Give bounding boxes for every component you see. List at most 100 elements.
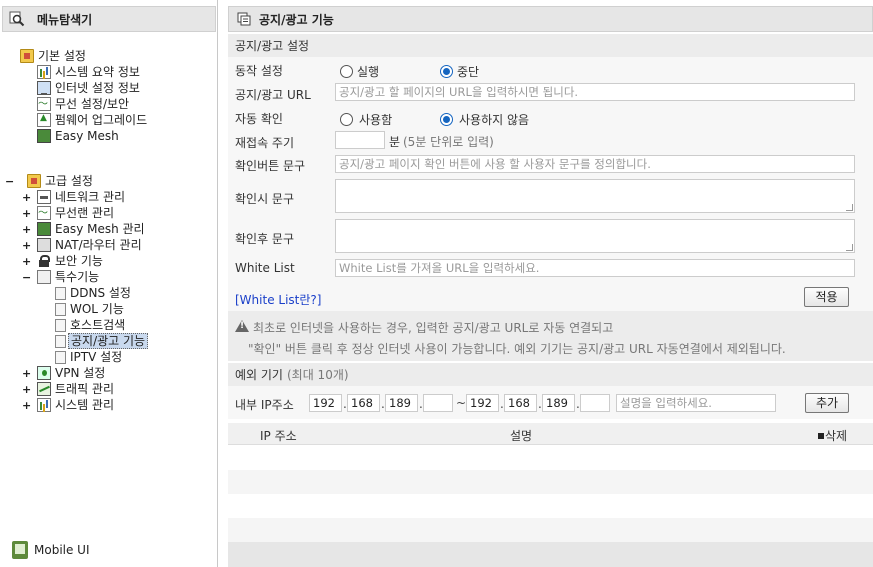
radio-label: 중단 — [457, 65, 480, 79]
expand-toggle[interactable]: + — [22, 223, 31, 236]
expand-toggle[interactable]: + — [22, 191, 31, 204]
apply-button[interactable]: 적용 — [804, 287, 849, 307]
table-row — [228, 446, 873, 470]
tree-item-wireless-security[interactable]: 무선 설정/보안 — [37, 95, 130, 112]
tree-label: 인터넷 설정 정보 — [55, 81, 140, 95]
notice-url-input[interactable]: 공지/광고 할 페이지의 URL을 입력하시면 됩니다. — [335, 83, 855, 101]
ip-to-octet-1[interactable]: 192 — [466, 394, 499, 412]
ip-from-octet-4[interactable] — [423, 394, 453, 412]
tree-item-nat-router[interactable]: + NAT/라우터 관리 — [22, 237, 142, 253]
expand-toggle[interactable]: + — [22, 239, 31, 252]
radio-label: 실행 — [357, 65, 380, 79]
radio-label: 사용함 — [359, 113, 393, 127]
ip-to-octet-2[interactable]: 168 — [504, 394, 537, 412]
section-title: 공지/광고 설정 — [235, 39, 310, 53]
pane-splitter[interactable] — [219, 0, 228, 567]
ip-to-octet-3[interactable]: 189 — [542, 394, 575, 412]
bar-chart-icon — [37, 398, 51, 412]
tree-advanced-settings[interactable]: − 고급 설정 — [5, 173, 93, 189]
confirm-button-text-input[interactable]: 공지/광고 페이지 확인 버튼에 사용 할 사용자 문구를 정의합니다. — [335, 155, 855, 173]
tree-item-iptv[interactable]: IPTV 설정 — [55, 349, 122, 365]
settings-form: 동작 설정 실행 중단 공지/광고 URL 공지/광고 할 페이지의 URL을 … — [228, 57, 873, 311]
tree-item-system-manage[interactable]: + 시스템 관리 — [22, 397, 114, 413]
tree-label: 시스템 관리 — [55, 398, 115, 412]
tree-label: 무선랜 관리 — [55, 206, 115, 220]
network-icon — [37, 190, 51, 204]
page-icon — [55, 334, 66, 348]
expand-toggle[interactable]: + — [22, 207, 31, 220]
tree-item-firmware-upgrade[interactable]: 펌웨어 업그레이드 — [37, 112, 147, 128]
upgrade-icon — [37, 113, 51, 127]
notice-box: 최초로 인터넷을 사용하는 경우, 입력한 공지/광고 URL로 자동 연결되고… — [228, 311, 873, 361]
collapse-toggle[interactable]: − — [5, 175, 14, 188]
exception-description-input[interactable]: 설명을 입력하세요. — [616, 394, 776, 412]
special-function-icon — [37, 270, 51, 284]
ip-to-octet-4[interactable] — [580, 394, 610, 412]
expand-toggle[interactable]: + — [22, 367, 31, 380]
mobile-ui-link[interactable]: Mobile UI — [12, 541, 90, 559]
page-icon — [55, 350, 66, 364]
add-button[interactable]: 추가 — [805, 393, 849, 413]
tree-label: 트래픽 관리 — [55, 382, 115, 396]
tree-item-traffic[interactable]: + 트래픽 관리 — [22, 381, 114, 397]
tree-label: WOL 기능 — [70, 302, 124, 316]
tree-item-internet-info[interactable]: 인터넷 설정 정보 — [37, 80, 140, 96]
tree-item-network[interactable]: + 네트워크 관리 — [22, 189, 125, 205]
after-confirm-textarea[interactable] — [335, 219, 855, 253]
window-icon — [237, 12, 251, 26]
computer-icon — [37, 81, 51, 95]
menu-explorer-sidebar: 메뉴탐색기 기본 설정 시스템 요약 정보 인터넷 설정 정보 무선 설정/보안… — [0, 0, 218, 567]
reconnect-interval-input[interactable] — [335, 131, 385, 149]
tree-item-easy-mesh[interactable]: Easy Mesh — [37, 128, 119, 144]
whitelist-help-link[interactable]: [White List란?] — [235, 291, 321, 308]
tree-label: 기본 설정 — [38, 49, 86, 63]
column-delete[interactable]: 삭제 — [818, 427, 847, 444]
on-confirm-textarea[interactable] — [335, 179, 855, 213]
collapse-toggle[interactable]: − — [22, 271, 31, 284]
tree-label: 특수기능 — [55, 270, 100, 284]
page-icon — [55, 286, 66, 300]
tree-label: Easy Mesh 관리 — [55, 222, 145, 236]
internal-ip-label: 내부 IP주소 — [235, 398, 294, 412]
tree-label: 시스템 요약 정보 — [55, 65, 140, 79]
tree-item-wol[interactable]: WOL 기능 — [55, 301, 124, 317]
section-subtitle: (최대 10개) — [286, 368, 349, 382]
sidebar-title: 메뉴탐색기 — [37, 12, 93, 27]
tree-item-security[interactable]: + 보안 기능 — [22, 253, 103, 269]
auto-confirm-off-radio[interactable]: 사용하지 않음 — [440, 111, 529, 128]
tree-item-vpn[interactable]: + VPN 설정 — [22, 365, 105, 381]
operation-stop-radio[interactable]: 중단 — [440, 63, 479, 80]
tree-label: 무선 설정/보안 — [55, 97, 130, 111]
mobile-ui-label: Mobile UI — [34, 543, 90, 557]
mobile-phone-icon — [12, 541, 28, 559]
sidebar-header: 메뉴탐색기 — [2, 6, 216, 32]
exception-section-header: 예외 기기 (최대 10개) — [228, 363, 873, 386]
tree-item-easy-mesh-manage[interactable]: + Easy Mesh 관리 — [22, 221, 145, 237]
whitelist-url-input[interactable]: White List를 가져올 URL을 입력하세요. — [335, 259, 855, 277]
tree-label: DDNS 설정 — [70, 286, 131, 300]
on-confirm-text-label: 확인시 문구 — [235, 192, 295, 206]
warning-icon — [235, 320, 249, 332]
tree-item-special[interactable]: − 특수기능 — [22, 269, 99, 285]
tree-label: 고급 설정 — [45, 174, 93, 188]
tree-basic-settings[interactable]: 기본 설정 — [20, 48, 86, 64]
ip-from-octet-3[interactable]: 189 — [385, 394, 418, 412]
tree-item-host-search[interactable]: 호스트검색 — [55, 317, 125, 333]
tree-item-system-summary[interactable]: 시스템 요약 정보 — [37, 64, 140, 80]
auto-confirm-use-radio[interactable]: 사용함 — [340, 111, 392, 128]
expand-toggle[interactable]: + — [22, 399, 31, 412]
folder-icon — [20, 49, 34, 63]
ip-from-octet-2[interactable]: 168 — [347, 394, 380, 412]
column-ip: IP 주소 — [260, 429, 297, 443]
select-all-checkbox[interactable] — [818, 433, 824, 439]
tree-item-notice-ad[interactable]: 공지/광고 기능 — [55, 333, 149, 349]
expand-toggle[interactable]: + — [22, 383, 31, 396]
expand-toggle[interactable]: + — [22, 255, 31, 268]
ip-from-octet-1[interactable]: 192 — [309, 394, 342, 412]
tree-item-ddns[interactable]: DDNS 설정 — [55, 285, 131, 301]
table-row — [228, 518, 873, 542]
operation-run-radio[interactable]: 실행 — [340, 63, 379, 80]
tree-item-wlan[interactable]: + 무선랜 관리 — [22, 204, 115, 221]
radio-dot — [440, 65, 453, 78]
page-icon — [55, 318, 66, 332]
